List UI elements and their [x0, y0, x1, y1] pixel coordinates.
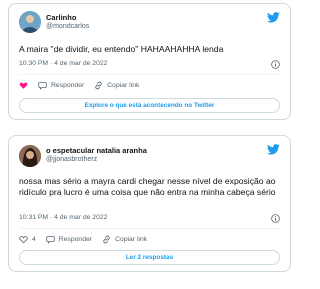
- reply-icon: [46, 236, 55, 244]
- tweet-card: o espetacular natalia aranha @jjonasbrot…: [8, 135, 291, 272]
- user-handle[interactable]: @mondcarlos: [46, 23, 89, 30]
- like-button[interactable]: [19, 81, 28, 90]
- tweet-timestamp[interactable]: 10:30 PM · 4 de mar de 2022: [19, 60, 107, 67]
- reply-label: Responder: [51, 82, 85, 89]
- tweet-text: A maira "de dividir, eu entendo" HAHAAHA…: [19, 44, 224, 54]
- divider: [19, 228, 280, 229]
- tweet-card: Carlinho @mondcarlos A maira "de dividir…: [8, 3, 291, 120]
- like-count: 4: [32, 236, 36, 243]
- link-icon: [95, 81, 102, 90]
- tweet-text: nossa mas sério a mayra cardi chegar nes…: [19, 176, 276, 197]
- reply-icon: [38, 82, 47, 90]
- heart-icon: [19, 236, 28, 244]
- copy-link-button[interactable]: Copiar link: [94, 81, 139, 90]
- divider: [19, 74, 280, 75]
- like-button[interactable]: 4: [19, 235, 36, 244]
- copy-link-button[interactable]: Copiar link: [102, 235, 147, 244]
- link-icon: [103, 235, 110, 244]
- twitter-bird-icon[interactable]: [267, 144, 280, 155]
- reply-button[interactable]: Responder: [46, 235, 92, 244]
- copy-link-label: Copiar link: [115, 236, 148, 243]
- avatar[interactable]: [19, 145, 41, 167]
- copy-link-label: Copiar link: [107, 82, 140, 89]
- heart-icon: [19, 82, 28, 89]
- avatar[interactable]: [19, 11, 41, 33]
- tweet-actions: 4 Responder Copiar link: [19, 235, 147, 244]
- info-icon[interactable]: [271, 214, 280, 223]
- reply-button[interactable]: Responder: [38, 81, 84, 90]
- avatar-icon: [19, 11, 41, 33]
- read-replies-button[interactable]: Ler 2 respostas: [19, 250, 280, 265]
- display-name[interactable]: o espetacular natalia aranha: [46, 146, 147, 155]
- tweet-actions: Responder Copiar link: [19, 81, 139, 90]
- reply-label: Responder: [58, 236, 93, 243]
- display-name[interactable]: Carlinho: [46, 13, 76, 22]
- info-icon[interactable]: [271, 60, 280, 69]
- tweet-timestamp[interactable]: 10:31 PM · 4 de mar de 2022: [19, 214, 107, 221]
- user-handle[interactable]: @jjonasbrotherz: [46, 156, 97, 163]
- avatar-icon: [19, 145, 41, 167]
- explore-twitter-button[interactable]: Explore o que está acontecendo no Twitte…: [19, 98, 280, 113]
- twitter-bird-icon[interactable]: [267, 12, 280, 23]
